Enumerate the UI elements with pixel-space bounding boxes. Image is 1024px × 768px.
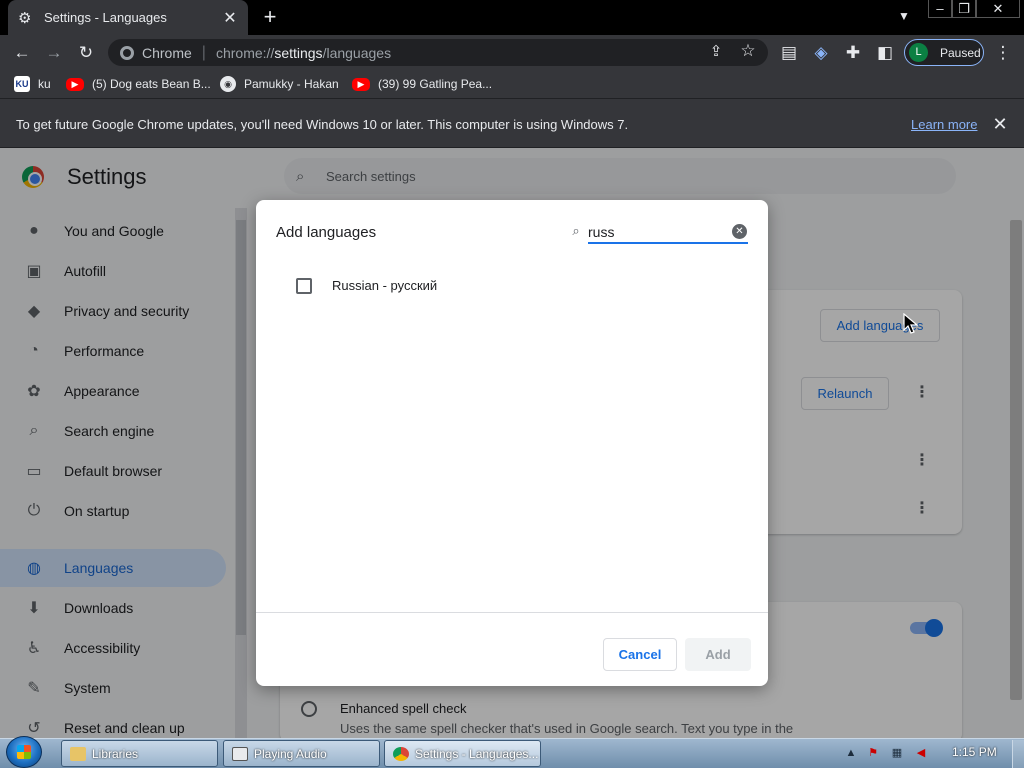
reload-icon[interactable]: ↻	[75, 42, 97, 64]
add-button[interactable]: Add	[685, 638, 751, 671]
omnibox-chip-label: Chrome	[142, 44, 192, 61]
bookmark-label: (5) Dog eats Bean B...	[92, 77, 211, 91]
taskbar-clock[interactable]: 1:15 PM	[952, 745, 997, 759]
window-close-button[interactable]: ✕	[976, 0, 1020, 18]
bookmark-gatling-pea[interactable]: ▶ (39) 99 Gatling Pea...	[352, 74, 492, 94]
bookmark-label: ku	[38, 77, 51, 91]
extension-icon[interactable]: ◈	[810, 42, 832, 64]
search-icon: ⌕	[572, 223, 580, 238]
chrome-menu-icon[interactable]: ⋮	[992, 42, 1014, 64]
window-minimize-button[interactable]: –	[928, 0, 952, 18]
youtube-icon: ▶	[66, 77, 84, 91]
tab-close-icon[interactable]: ✕	[222, 8, 238, 28]
reading-list-icon[interactable]: ▤	[778, 42, 800, 64]
url-path: /languages	[322, 44, 392, 61]
bookmark-ku[interactable]: KU ku	[14, 74, 51, 94]
taskbar-item-label: Settings - Languages...	[415, 746, 539, 761]
address-bar[interactable]: Chrome | chrome://settings/languages	[108, 39, 768, 66]
mouse-cursor-icon	[903, 313, 919, 334]
search-underline	[588, 242, 748, 244]
show-hidden-icons-icon[interactable]: ▲	[844, 746, 858, 760]
avatar: L	[909, 43, 928, 62]
dialog-divider	[256, 612, 768, 613]
tab-search-dropdown[interactable]: ▼	[894, 6, 914, 26]
network-icon[interactable]: ▦	[890, 746, 904, 760]
clear-search-icon[interactable]: ✕	[732, 224, 747, 239]
folder-icon	[70, 746, 86, 761]
start-button[interactable]	[6, 736, 42, 768]
taskbar-item-playing-audio[interactable]: Playing Audio	[223, 740, 380, 767]
extensions-puzzle-icon[interactable]: ✚	[842, 42, 864, 64]
bookmark-pamukky[interactable]: ◉ Pamukky - Hakan	[220, 74, 339, 94]
tab-title: Settings - Languages	[44, 10, 167, 25]
share-icon[interactable]: ⇪	[706, 42, 726, 62]
forward-icon[interactable]: →	[43, 42, 65, 64]
taskbar-item-label: Libraries	[92, 746, 139, 761]
learn-more-link[interactable]: Learn more	[911, 117, 977, 132]
cancel-button[interactable]: Cancel	[603, 638, 677, 671]
dialog-title: Add languages	[276, 224, 377, 241]
language-option-label[interactable]: Russian - русский	[332, 278, 437, 293]
taskbar-item-libraries[interactable]: Libraries	[61, 740, 218, 767]
window-restore-button[interactable]: ❐	[952, 0, 976, 18]
chrome-icon	[393, 746, 409, 761]
profile-status: Paused	[940, 45, 981, 60]
globe-icon: ◉	[220, 76, 236, 92]
omnibox-separator: |	[201, 43, 206, 61]
windows-logo-icon	[17, 745, 31, 759]
tab-settings-languages[interactable]: ⚙ Settings - Languages ✕	[8, 0, 248, 35]
show-desktop-button[interactable]	[1012, 740, 1024, 768]
window-icon	[232, 746, 248, 761]
side-panel-icon[interactable]: ◧	[874, 42, 896, 64]
taskbar-item-chrome-settings[interactable]: Settings - Languages...	[384, 740, 541, 767]
bookmark-star-icon[interactable]: ☆	[738, 41, 758, 61]
ku-favicon-icon: KU	[14, 76, 30, 92]
infobar-close-icon[interactable]: ✕	[990, 114, 1010, 135]
youtube-icon: ▶	[352, 77, 370, 91]
bookmark-label: (39) 99 Gatling Pea...	[378, 77, 493, 91]
back-icon[interactable]: ←	[11, 42, 33, 64]
bookmark-label: Pamukky - Hakan	[244, 77, 339, 91]
russian-checkbox[interactable]	[296, 278, 312, 294]
language-search-input[interactable]	[588, 222, 730, 242]
new-tab-button[interactable]: +	[258, 4, 282, 30]
chrome-icon	[120, 45, 134, 60]
add-languages-dialog	[256, 200, 768, 686]
url-host: settings	[274, 44, 323, 61]
url-scheme: chrome://	[215, 44, 275, 61]
gear-icon: ⚙	[18, 9, 32, 27]
taskbar-item-label: Playing Audio	[254, 746, 327, 761]
bookmark-dog-eats[interactable]: ▶ (5) Dog eats Bean B...	[66, 74, 211, 94]
infobar-message: To get future Google Chrome updates, you…	[16, 117, 629, 132]
profile-button[interactable]: L Paused	[904, 39, 984, 66]
action-center-flag-icon[interactable]: ⚑	[866, 746, 880, 760]
volume-muted-icon[interactable]: ◀	[914, 746, 928, 760]
